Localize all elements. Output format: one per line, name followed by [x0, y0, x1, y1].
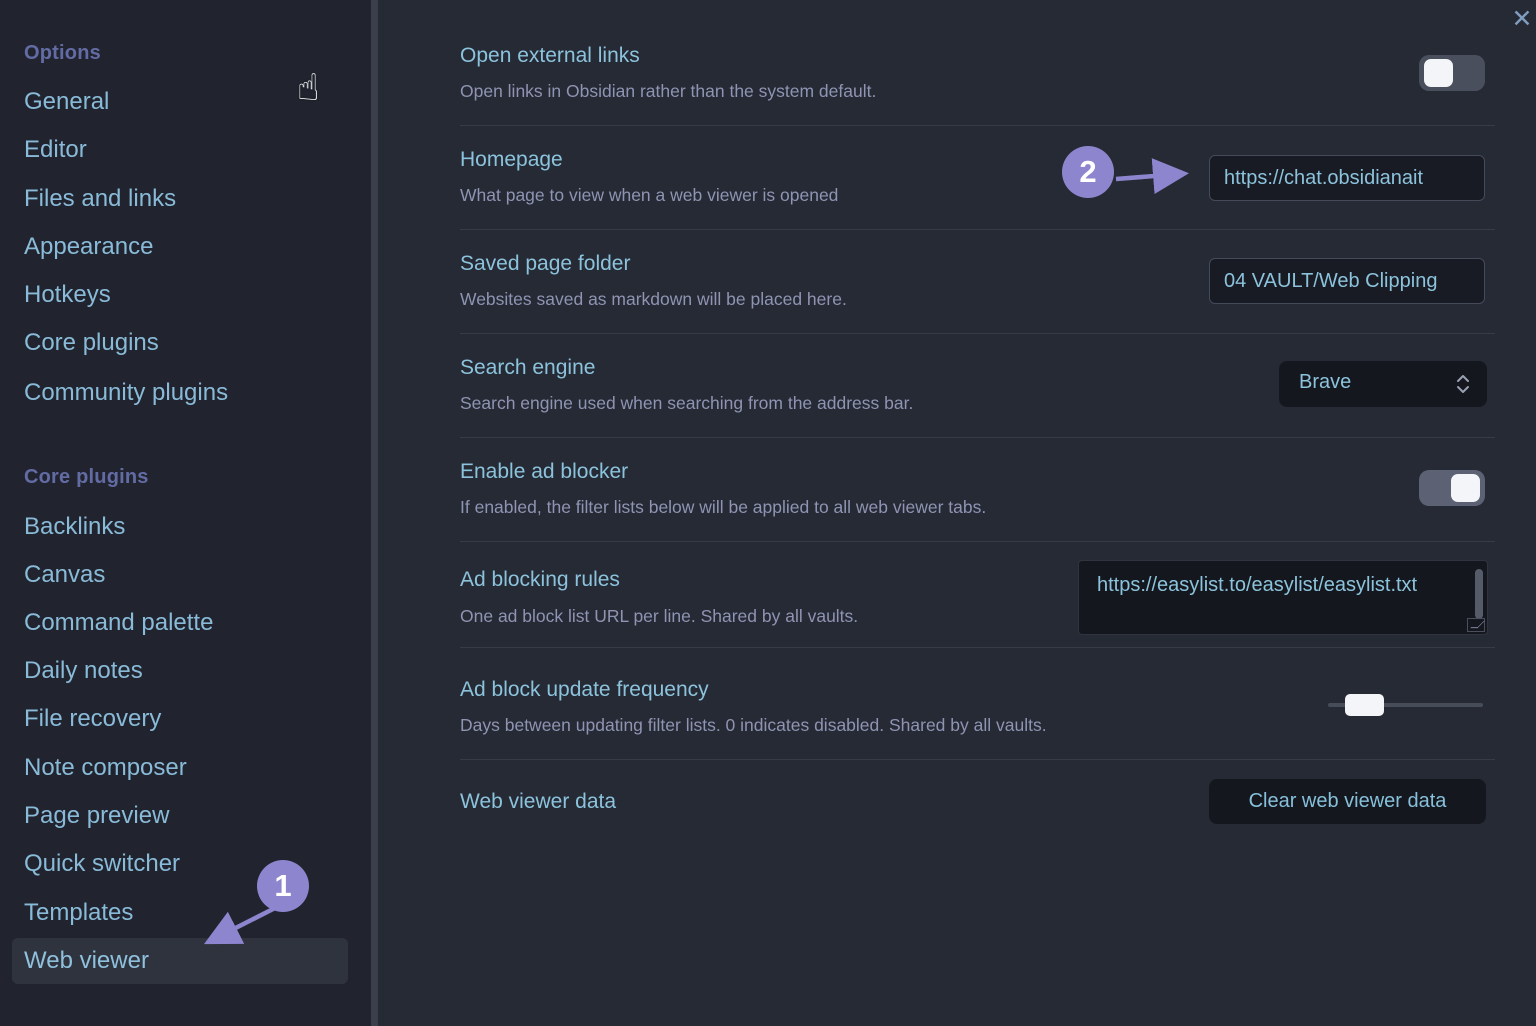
- setting-desc: Days between updating filter lists. 0 in…: [460, 715, 1047, 735]
- clear-web-viewer-data-button[interactable]: Clear web viewer data: [1209, 779, 1486, 824]
- sidebar-section-options: Options: [24, 42, 101, 64]
- setting-name: Enable ad blocker: [460, 460, 629, 483]
- enable-ad-blocker-toggle[interactable]: [1419, 470, 1485, 506]
- sidebar-item-hotkeys[interactable]: Hotkeys: [24, 281, 111, 309]
- web-viewer-settings-pane: ✕ Open external links Open links in Obsi…: [378, 0, 1536, 1026]
- sidebar-item-note-composer[interactable]: Note composer: [24, 754, 187, 782]
- annotation-step-1: 1: [257, 860, 309, 912]
- sidebar-item-templates[interactable]: Templates: [24, 899, 133, 927]
- setting-name: Ad blocking rules: [460, 568, 620, 591]
- sidebar-item-file-recovery[interactable]: File recovery: [24, 705, 161, 733]
- sidebar-item-core-plugins[interactable]: Core plugins: [24, 329, 159, 357]
- setting-name: Homepage: [460, 148, 563, 171]
- settings-window: Options General Editor Files and links A…: [0, 0, 1536, 1026]
- chevron-updown-icon: [1455, 373, 1471, 400]
- setting-row-ad-blocking-rules: Ad blocking rules One ad block list URL …: [378, 542, 1536, 648]
- setting-desc: Open links in Obsidian rather than the s…: [460, 81, 877, 101]
- setting-name: Search engine: [460, 356, 596, 379]
- sidebar-item-files-and-links[interactable]: Files and links: [24, 185, 176, 213]
- search-engine-selected-value: Brave: [1299, 371, 1352, 393]
- sidebar-item-command-palette[interactable]: Command palette: [24, 609, 213, 637]
- sidebar-item-canvas[interactable]: Canvas: [24, 561, 105, 589]
- textarea-scrollbar[interactable]: [1475, 569, 1483, 619]
- slider-thumb[interactable]: [1345, 694, 1384, 716]
- sidebar-item-page-preview[interactable]: Page preview: [24, 802, 169, 830]
- open-external-links-toggle[interactable]: [1419, 55, 1485, 91]
- sidebar-item-community-plugins[interactable]: Community plugins: [24, 379, 228, 407]
- setting-row-enable-ad-blocker: Enable ad blocker If enabled, the filter…: [378, 438, 1536, 542]
- setting-row-ad-block-update-frequency: Ad block update frequency Days between u…: [378, 648, 1536, 760]
- setting-row-search-engine: Search engine Search engine used when se…: [378, 334, 1536, 438]
- setting-desc: Websites saved as markdown will be place…: [460, 289, 847, 309]
- setting-desc: If enabled, the filter lists below will …: [460, 497, 987, 517]
- setting-desc: One ad block list URL per line. Shared b…: [460, 606, 859, 626]
- sidebar-item-general[interactable]: General: [24, 88, 109, 116]
- sidebar-item-web-viewer-label: Web viewer: [24, 947, 149, 974]
- sidebar-item-quick-switcher[interactable]: Quick switcher: [24, 850, 180, 878]
- resize-handle-icon[interactable]: [1467, 618, 1485, 632]
- toggle-knob: [1424, 59, 1453, 87]
- setting-row-open-external-links: Open external links Open links in Obsidi…: [378, 0, 1536, 126]
- setting-row-saved-page-folder: Saved page folder Websites saved as mark…: [378, 230, 1536, 334]
- sidebar-item-backlinks[interactable]: Backlinks: [24, 513, 125, 541]
- ad-blocking-rules-textarea[interactable]: https://easylist.to/easylist/easylist.tx…: [1078, 560, 1488, 635]
- sidebar-item-editor[interactable]: Editor: [24, 136, 87, 164]
- ad-block-update-frequency-slider[interactable]: [1328, 694, 1483, 716]
- setting-name: Saved page folder: [460, 252, 631, 275]
- sidebar-item-web-viewer[interactable]: Web viewer: [12, 938, 348, 984]
- setting-desc: Search engine used when searching from t…: [460, 393, 914, 413]
- homepage-input[interactable]: [1209, 155, 1485, 201]
- sidebar-main-divider: [371, 0, 378, 1026]
- setting-name: Web viewer data: [460, 790, 617, 813]
- settings-sidebar: Options General Editor Files and links A…: [0, 0, 371, 1026]
- setting-name: Ad block update frequency: [460, 678, 709, 701]
- sidebar-item-daily-notes[interactable]: Daily notes: [24, 657, 143, 685]
- setting-row-homepage: Homepage What page to view when a web vi…: [378, 126, 1536, 230]
- setting-row-web-viewer-data: Web viewer data Clear web viewer data: [378, 760, 1536, 860]
- setting-name: Open external links: [460, 44, 640, 67]
- setting-desc: What page to view when a web viewer is o…: [460, 185, 839, 205]
- saved-page-folder-input[interactable]: [1209, 258, 1485, 304]
- toggle-knob: [1451, 474, 1480, 502]
- ad-blocking-rules-value: https://easylist.to/easylist/easylist.tx…: [1097, 574, 1418, 596]
- annotation-step-2: 2: [1062, 146, 1114, 198]
- sidebar-section-core-plugins: Core plugins: [24, 466, 149, 488]
- sidebar-item-appearance[interactable]: Appearance: [24, 233, 153, 261]
- search-engine-select[interactable]: Brave: [1279, 361, 1487, 407]
